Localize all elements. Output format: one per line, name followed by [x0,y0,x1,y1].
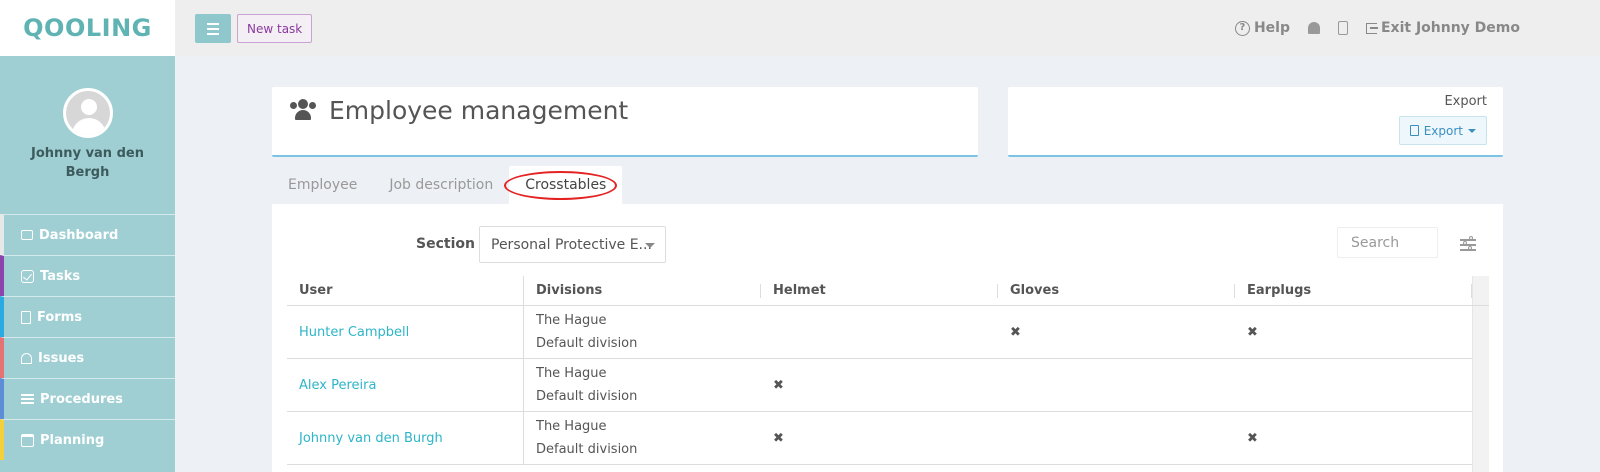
cross-mark-icon: ✖ [1247,324,1258,340]
search-input[interactable] [1337,227,1438,258]
avatar[interactable] [63,88,113,138]
exit-demo-label: Exit Johnny Demo [1380,20,1520,36]
column-header-gloves[interactable]: Gloves [998,276,1235,305]
crosstable: User Divisions Helmet Gloves Earplugs Hu… [287,276,1489,472]
sidebar: Johnny van den Bergh Dashboard Tasks For… [0,56,175,472]
page-title: Employee management [329,96,629,125]
sidebar-item-planning[interactable]: Planning [0,419,175,460]
help-icon: ? [1234,20,1250,36]
crosstables-panel: Section Personal Protective E... User Di… [272,204,1503,472]
sidebar-user-name[interactable]: Johnny van den Bergh [0,144,175,182]
table-row: Johnny van den Burgh The Hague Default d… [287,412,1489,465]
caret-down-icon [645,243,655,248]
sidebar-item-label: Planning [40,432,105,448]
cross-mark-icon: ✖ [773,377,784,393]
sidebar-nav: Dashboard Tasks Forms Issues Procedures … [0,214,175,460]
tab-job-description[interactable]: Job description [373,166,509,204]
document-icon [21,310,31,324]
export-label: Export [1444,94,1487,109]
division-name: Default division [536,336,638,351]
caret-down-icon [1468,128,1476,133]
user-link[interactable]: Johnny van den Burgh [287,412,524,464]
earplugs-cell[interactable]: ✖ [1235,306,1472,358]
column-settings-icon[interactable] [1460,236,1476,251]
help-link[interactable]: ? Help [1234,20,1290,36]
helmet-cell[interactable]: ✖ [761,359,998,411]
user-link[interactable]: Hunter Campbell [287,306,524,358]
sidebar-item-tasks[interactable]: Tasks [0,255,175,296]
gloves-cell[interactable]: ✖ [998,306,1235,358]
monitor-icon [21,230,33,240]
sidebar-item-label: Procedures [40,391,123,407]
tab-crosstables[interactable]: Crosstables [504,166,623,204]
highlight-circle [504,171,618,200]
document-icon [1409,125,1419,136]
division-name: The Hague [536,313,607,328]
division-name: The Hague [536,366,607,381]
help-label: Help [1253,20,1290,36]
mobile-device-icon[interactable] [1337,21,1348,35]
sidebar-item-issues[interactable]: Issues [0,337,175,378]
section-select-value: Personal Protective E... [491,236,652,253]
column-header-divisions[interactable]: Divisions [524,276,761,305]
users-icon [290,99,316,121]
helmet-cell[interactable]: ✖ [761,412,998,464]
sidebar-item-label: Forms [37,309,82,325]
earplugs-cell[interactable]: ✖ [1235,412,1472,464]
cross-mark-icon: ✖ [1247,430,1258,446]
earplugs-cell[interactable] [1235,359,1472,411]
list-icon [21,394,34,404]
division-name: The Hague [536,419,607,434]
calendar-icon [21,433,34,447]
user-link[interactable]: Alex Pereira [287,359,524,411]
cross-mark-icon: ✖ [773,430,784,446]
table-header: User Divisions Helmet Gloves Earplugs [287,276,1489,306]
column-header-earplugs[interactable]: Earplugs [1235,276,1472,305]
section-label: Section [416,236,475,252]
sidebar-item-label: Issues [38,350,85,366]
export-button[interactable]: Export [1398,116,1487,145]
bell-icon [21,352,32,364]
menu-toggle-button[interactable] [195,14,231,43]
cross-mark-icon: ✖ [1010,324,1021,340]
table-row: Hunter Campbell The Hague Default divisi… [287,306,1489,359]
divisions-cell: The Hague Default division [524,306,761,358]
divisions-cell: The Hague Default division [524,359,761,411]
exit-demo-link[interactable]: Exit Johnny Demo [1365,20,1520,36]
export-button-label: Export [1423,123,1463,138]
helmet-cell[interactable] [761,306,998,358]
sidebar-item-label: Tasks [40,268,81,284]
division-name: Default division [536,389,638,404]
sidebar-item-forms[interactable]: Forms [0,296,175,337]
sign-out-icon [1365,22,1378,34]
divisions-cell: The Hague Default division [524,412,761,464]
sidebar-item-label: Dashboard [39,227,119,243]
gloves-cell[interactable] [998,359,1235,411]
new-task-button[interactable]: New task [237,14,313,43]
table-row: Alex Pereira The Hague Default division … [287,359,1489,412]
gloves-cell[interactable] [998,412,1235,464]
app-logo[interactable]: QOOLING [23,14,152,42]
export-card: Export Export [1008,87,1503,157]
checkbox-icon [21,269,34,283]
page-header-card: Employee management [272,87,978,157]
notifications-bell-icon[interactable] [1307,22,1320,34]
sidebar-item-dashboard[interactable]: Dashboard [0,214,175,255]
sidebar-item-procedures[interactable]: Procedures [0,378,175,419]
top-bar: New task ? Help Exit Johnny Demo [175,0,1600,56]
column-header-helmet[interactable]: Helmet [761,276,998,305]
logo-area[interactable]: QOOLING [0,0,175,56]
tabs: Employee Job description Crosstables [272,166,623,204]
division-name: Default division [536,442,638,457]
column-header-user[interactable]: User [287,276,524,306]
tab-employee[interactable]: Employee [272,166,373,204]
top-right-actions: ? Help Exit Johnny Demo [1234,0,1520,56]
section-select[interactable]: Personal Protective E... [479,226,666,263]
